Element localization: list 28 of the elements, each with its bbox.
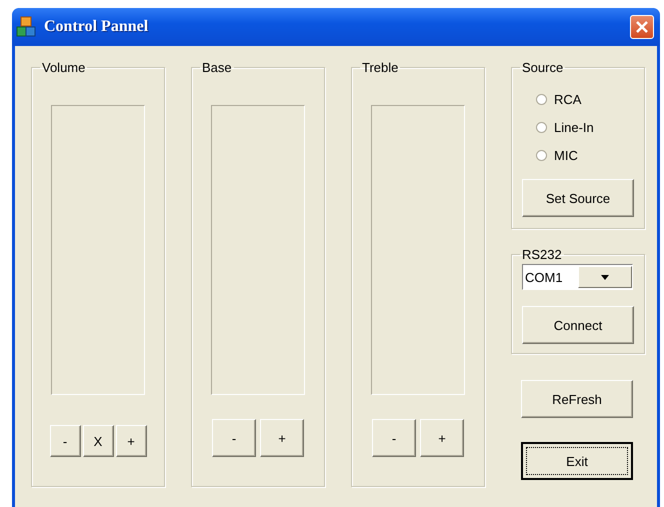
adjust-button[interactable]: - bbox=[212, 419, 256, 457]
adjust-button[interactable]: + bbox=[116, 425, 146, 457]
radio-label: MIC bbox=[554, 148, 578, 162]
port-dropdown[interactable]: COM1 bbox=[522, 264, 633, 290]
close-icon bbox=[635, 20, 649, 34]
radio-label: RCA bbox=[554, 92, 582, 106]
caret-icon bbox=[600, 274, 609, 280]
radio-button[interactable] bbox=[536, 94, 547, 104]
adjust-button[interactable]: - bbox=[50, 425, 80, 457]
adjust-button[interactable]: + bbox=[260, 419, 304, 457]
adjust-button[interactable]: + bbox=[420, 419, 464, 457]
connect-button[interactable]: Connect bbox=[522, 306, 634, 344]
action-button[interactable]: ReFresh bbox=[521, 380, 633, 418]
group-label: Treble bbox=[361, 60, 400, 75]
close-button[interactable] bbox=[630, 15, 654, 39]
action-button[interactable]: Exit bbox=[521, 442, 633, 480]
app-icon bbox=[16, 16, 36, 38]
group-label: RS232 bbox=[521, 247, 563, 262]
radio-button[interactable] bbox=[536, 122, 547, 132]
group-label: Source bbox=[521, 60, 564, 75]
set-source-button[interactable]: Set Source bbox=[522, 179, 634, 217]
adjust-button[interactable]: X bbox=[82, 425, 114, 457]
window-title: Control Pannel bbox=[44, 18, 150, 36]
group-label: Base bbox=[201, 60, 233, 75]
group-label: Volume bbox=[41, 60, 86, 75]
adjust-button[interactable]: - bbox=[372, 419, 416, 457]
radio-label: Line-In bbox=[554, 120, 594, 134]
radio-button[interactable] bbox=[536, 150, 547, 160]
